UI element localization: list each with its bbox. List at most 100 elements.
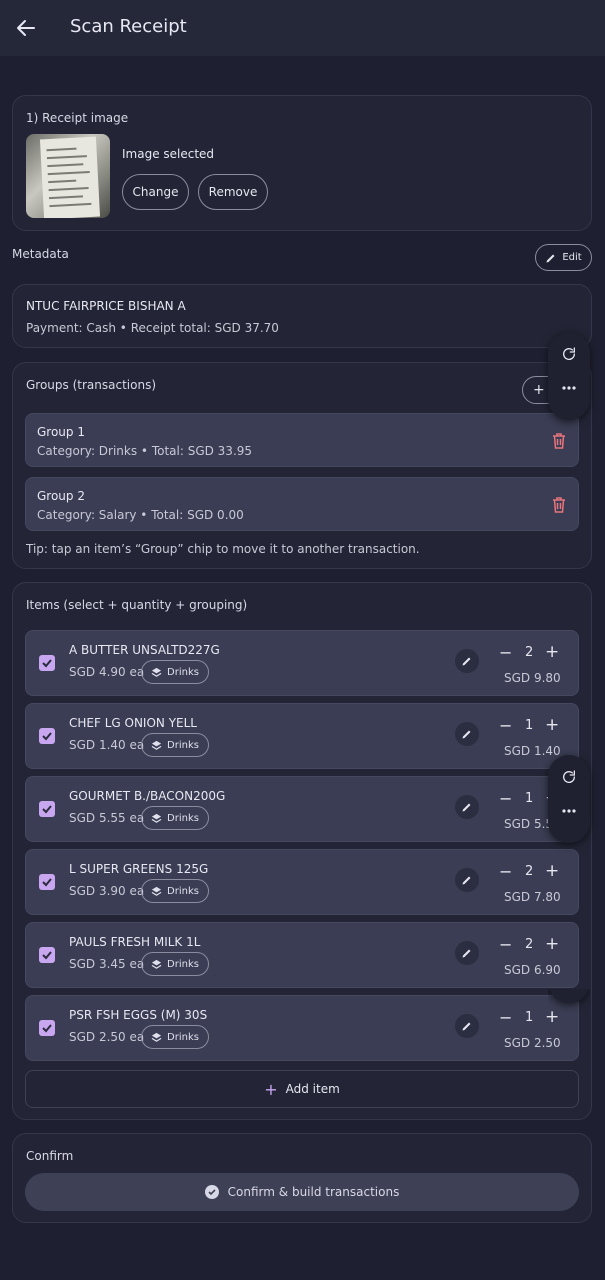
item-total: SGD 2.50 xyxy=(504,1036,561,1050)
layers-icon xyxy=(151,813,162,823)
layers-icon xyxy=(151,959,162,969)
item-checkbox[interactable] xyxy=(39,1020,55,1036)
layers-icon xyxy=(151,667,162,677)
groups-section-label: Groups (transactions) xyxy=(26,378,157,392)
add-item-label: Add item xyxy=(285,1082,340,1096)
group-chip[interactable]: Drinks xyxy=(141,952,209,976)
decrement-button[interactable]: − xyxy=(499,1008,512,1027)
increment-button[interactable]: + xyxy=(545,934,559,954)
decrement-button[interactable]: − xyxy=(499,643,512,662)
item-name: PSR FSH EGGS (M) 30S xyxy=(69,1008,208,1022)
floating-actions-middle xyxy=(548,755,590,843)
group-row-1[interactable]: Group 1 Category: Drinks • Total: SGD 33… xyxy=(25,413,579,467)
checkmark-icon xyxy=(42,659,52,668)
group-chip[interactable]: Drinks xyxy=(141,733,209,757)
checkmark-icon xyxy=(42,732,52,741)
item-unit-price: SGD 5.55 ea xyxy=(69,811,145,825)
floating-actions-top xyxy=(548,332,590,420)
edit-item-button[interactable] xyxy=(455,649,479,673)
item-checkbox[interactable] xyxy=(39,728,55,744)
edit-item-button[interactable] xyxy=(455,795,479,819)
item-row[interactable]: CHEF LG ONION YELL SGD 1.40 ea Drinks − … xyxy=(25,703,579,769)
item-unit-price: SGD 4.90 ea xyxy=(69,665,145,679)
item-total: SGD 6.90 xyxy=(504,963,561,977)
receipt-thumbnail[interactable] xyxy=(26,134,110,218)
decrement-button[interactable]: − xyxy=(499,862,512,881)
decrement-button[interactable]: − xyxy=(499,935,512,954)
quantity-value: 2 xyxy=(525,864,534,879)
edit-item-button[interactable] xyxy=(455,722,479,746)
app-bar: Scan Receipt xyxy=(0,0,605,56)
pencil-icon xyxy=(462,657,471,666)
item-name: L SUPER GREENS 125G xyxy=(69,862,209,876)
increment-button[interactable]: + xyxy=(545,1007,559,1027)
back-arrow-icon[interactable] xyxy=(14,16,38,40)
receipt-image-card: 1) Receipt image Image selected Change R… xyxy=(12,95,592,231)
group-row-2[interactable]: Group 2 Category: Salary • Total: SGD 0.… xyxy=(25,477,579,531)
add-item-button[interactable]: + Add item xyxy=(25,1070,579,1108)
group-chip[interactable]: Drinks xyxy=(141,806,209,830)
edit-label: Edit xyxy=(562,252,582,263)
edit-metadata-button[interactable]: Edit xyxy=(535,244,592,271)
more-icon[interactable] xyxy=(558,800,580,822)
change-image-button[interactable]: Change xyxy=(122,174,189,210)
item-row[interactable]: PSR FSH EGGS (M) 30S SGD 2.50 ea Drinks … xyxy=(25,995,579,1061)
payment-summary: Payment: Cash • Receipt total: SGD 37.70 xyxy=(26,321,279,335)
item-checkbox[interactable] xyxy=(39,874,55,890)
decrement-button[interactable]: − xyxy=(499,789,512,808)
confirm-card: Confirm Confirm & build transactions xyxy=(12,1133,592,1223)
image-status: Image selected xyxy=(122,147,215,161)
checkmark-icon xyxy=(42,951,52,960)
increment-button[interactable]: + xyxy=(545,642,559,662)
layers-icon xyxy=(151,1032,162,1042)
store-name: NTUC FAIRPRICE BISHAN A xyxy=(26,299,186,313)
item-row[interactable]: GOURMET B./BACON200G SGD 5.55 ea Drinks … xyxy=(25,776,579,842)
item-checkbox[interactable] xyxy=(39,655,55,671)
delete-icon[interactable] xyxy=(552,497,566,513)
quantity-value: 1 xyxy=(525,718,534,733)
refresh-icon[interactable] xyxy=(558,343,580,365)
group-chip[interactable]: Drinks xyxy=(141,660,209,684)
items-section-label: Items (select + quantity + grouping) xyxy=(26,598,248,612)
edit-item-button[interactable] xyxy=(455,868,479,892)
item-row[interactable]: PAULS FRESH MILK 1L SGD 3.45 ea Drinks −… xyxy=(25,922,579,988)
group-name: Group 2 xyxy=(37,489,85,503)
item-name: A BUTTER UNSALTD227G xyxy=(69,643,220,657)
group-chip[interactable]: Drinks xyxy=(141,879,209,903)
remove-image-button[interactable]: Remove xyxy=(198,174,268,210)
decrement-button[interactable]: − xyxy=(499,716,512,735)
edit-item-button[interactable] xyxy=(455,1014,479,1038)
item-checkbox[interactable] xyxy=(39,801,55,817)
confirm-button[interactable]: Confirm & build transactions xyxy=(25,1173,579,1211)
pencil-icon xyxy=(462,730,471,739)
item-row[interactable]: L SUPER GREENS 125G SGD 3.90 ea Drinks −… xyxy=(25,849,579,915)
item-unit-price: SGD 1.40 ea xyxy=(69,738,145,752)
pencil-icon xyxy=(462,949,471,958)
edit-item-button[interactable] xyxy=(455,941,479,965)
receipt-image-section-label: 1) Receipt image xyxy=(26,111,129,125)
groups-card: Groups (transactions) + Group 1 Category… xyxy=(12,362,592,569)
group-chip-label: Drinks xyxy=(167,666,199,678)
increment-button[interactable]: + xyxy=(545,861,559,881)
item-total: SGD 9.80 xyxy=(504,671,561,685)
group-chip-label: Drinks xyxy=(167,739,199,751)
group-chip-label: Drinks xyxy=(167,885,199,897)
delete-icon[interactable] xyxy=(552,433,566,449)
group-chip-label: Drinks xyxy=(167,1031,199,1043)
metadata-section-label: Metadata xyxy=(12,247,69,261)
pencil-icon xyxy=(546,254,555,262)
increment-button[interactable]: + xyxy=(545,715,559,735)
item-checkbox[interactable] xyxy=(39,947,55,963)
more-icon[interactable] xyxy=(558,377,580,399)
item-unit-price: SGD 3.90 ea xyxy=(69,884,145,898)
refresh-icon[interactable] xyxy=(558,766,580,788)
quantity-value: 2 xyxy=(525,937,534,952)
pencil-icon xyxy=(462,876,471,885)
item-total: SGD 1.40 xyxy=(504,744,561,758)
item-row[interactable]: A BUTTER UNSALTD227G SGD 4.90 ea Drinks … xyxy=(25,630,579,696)
items-card: Items (select + quantity + grouping) A B… xyxy=(12,582,592,1120)
group-chip-label: Drinks xyxy=(167,812,199,824)
page-title: Scan Receipt xyxy=(70,16,187,37)
group-name: Group 1 xyxy=(37,425,85,439)
group-chip[interactable]: Drinks xyxy=(141,1025,209,1049)
